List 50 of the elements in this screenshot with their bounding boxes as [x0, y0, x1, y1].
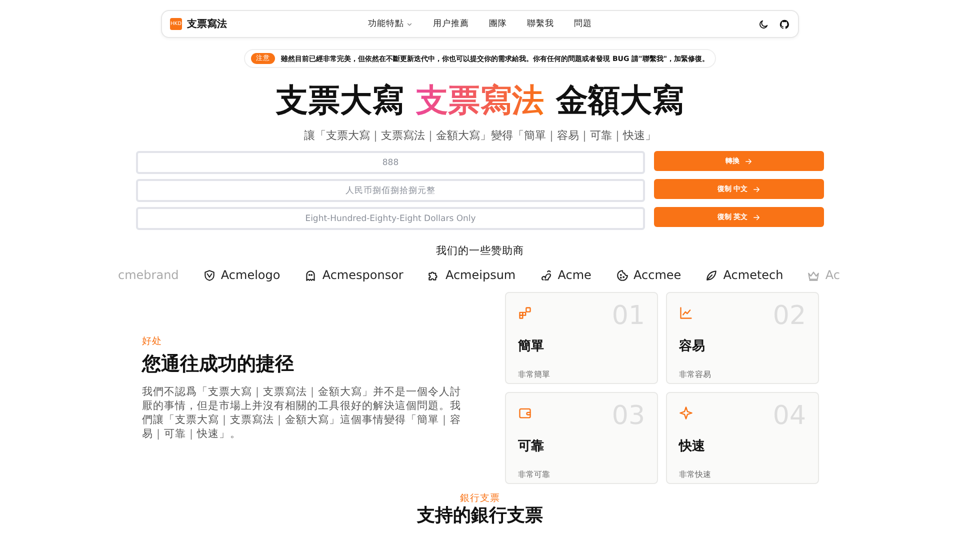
card-title: 容易	[679, 338, 706, 355]
nav-link[interactable]: 用户推薦	[433, 18, 469, 30]
sponsor-name: cmebrand	[118, 268, 179, 282]
sponsor-name: Accmee	[634, 268, 682, 282]
nav-link[interactable]: 問題	[574, 18, 592, 30]
card-title: 簡單	[518, 338, 545, 355]
hero-title: 金額大寫	[556, 80, 684, 120]
blocks-icon	[518, 306, 532, 320]
sponsor-name: Ac	[825, 268, 840, 282]
brand-name[interactable]: 支票寫法	[187, 17, 227, 31]
section-description: 我們不認爲「支票大寫｜支票寫法｜金額大寫」并不是一個令人討厭的事情，但是市場上并沒有相關的工具很好的解決這個問題。我們讓「支票大寫｜支票寫法｜金額大寫」這個事情變得「簡單｜容易｜可靠｜快速」。	[142, 385, 462, 441]
hero-title: 支票大寫	[276, 80, 404, 120]
sponsors-title: 我们的一些赞助商	[435, 244, 525, 258]
hero-subtitle: 讓「支票大寫｜支票寫法｜金額大寫」變得「簡單｜容易｜可靠｜快速」	[303, 128, 657, 143]
sparkle-icon	[679, 406, 693, 420]
arrow-right-icon	[752, 184, 761, 194]
nav-link[interactable]: 功能特點	[368, 18, 413, 30]
sponsor-name: Acme	[558, 268, 592, 282]
result-field[interactable]: Eight-Hundred-Eighty-Eight Dollars Only	[136, 207, 645, 230]
shield-icon	[202, 268, 216, 282]
card-text: 非常容易	[679, 369, 712, 380]
section-heading: 支持的銀行支票	[416, 505, 544, 527]
section-eyebrow: 好处	[142, 335, 163, 348]
chevron-down-icon	[406, 20, 413, 28]
puzzle-icon	[427, 268, 440, 282]
nav-link[interactable]: 聯繫我	[527, 18, 554, 30]
wallet-icon	[518, 406, 532, 420]
crown-icon	[807, 268, 820, 282]
section-heading: 您通往成功的捷径	[142, 352, 295, 377]
cookie-icon	[616, 268, 629, 282]
card-text: 非常可靠	[518, 469, 551, 480]
sponsor-name: Acmelogo	[220, 268, 280, 282]
line-chart-icon	[679, 306, 693, 320]
card-text: 非常簡單	[518, 369, 551, 380]
nav-link[interactable]: 團隊	[489, 18, 507, 30]
section-eyebrow: 銀行支票	[459, 492, 501, 505]
card-title: 可靠	[518, 438, 545, 455]
amount-input-field[interactable]: 888	[136, 151, 645, 174]
moon-icon[interactable]	[758, 18, 769, 30]
card-title: 快速	[679, 438, 706, 455]
ghost-icon	[304, 268, 318, 282]
card-text: 非常快速	[679, 469, 712, 480]
arrow-right-icon	[752, 212, 761, 222]
github-icon[interactable]	[779, 18, 790, 30]
arrow-right-icon	[744, 156, 752, 166]
sponsor-name: Acmesponsor	[322, 268, 404, 282]
sponsor-name: Acmeipsum	[445, 268, 516, 282]
sponsor-name: Acmetech	[723, 268, 784, 282]
result-field[interactable]: 人民币捌佰捌拾捌元整	[136, 179, 645, 202]
leaf-icon	[705, 268, 718, 282]
